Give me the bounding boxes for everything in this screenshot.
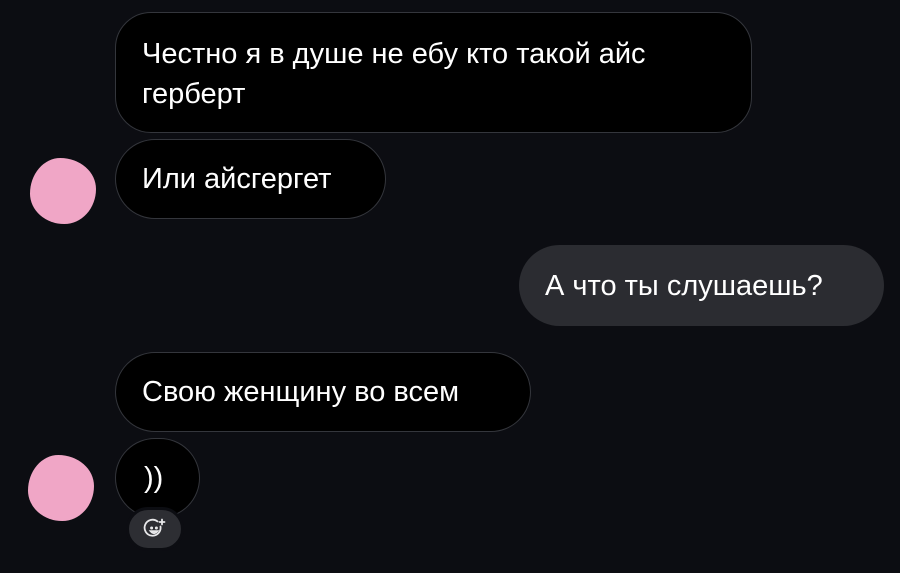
message-text: А что ты слушаешь? (545, 270, 823, 302)
add-reaction-button[interactable] (126, 507, 184, 551)
add-reaction-smiley-icon (143, 517, 167, 541)
sender-avatar[interactable] (28, 455, 94, 521)
message-text-line-2: герберт (142, 78, 246, 110)
sender-avatar[interactable] (30, 158, 96, 224)
message-text-line-1: Честно я в душе не ебу кто такой айс (142, 38, 646, 70)
message-bubble-outgoing[interactable]: А что ты слушаешь? (519, 245, 884, 326)
message-text: Свою женщину во всем (142, 376, 460, 408)
message-bubble-incoming[interactable]: Честно я в душе не ебу кто такой айс гер… (115, 12, 752, 133)
message-bubble-incoming[interactable]: Свою женщину во всем (115, 352, 531, 432)
message-text: )) (144, 462, 164, 494)
message-bubble-incoming[interactable]: Или айсгергет (115, 139, 386, 219)
message-bubble-incoming[interactable]: )) (115, 438, 200, 518)
message-text: Или айсгергет (142, 163, 332, 195)
